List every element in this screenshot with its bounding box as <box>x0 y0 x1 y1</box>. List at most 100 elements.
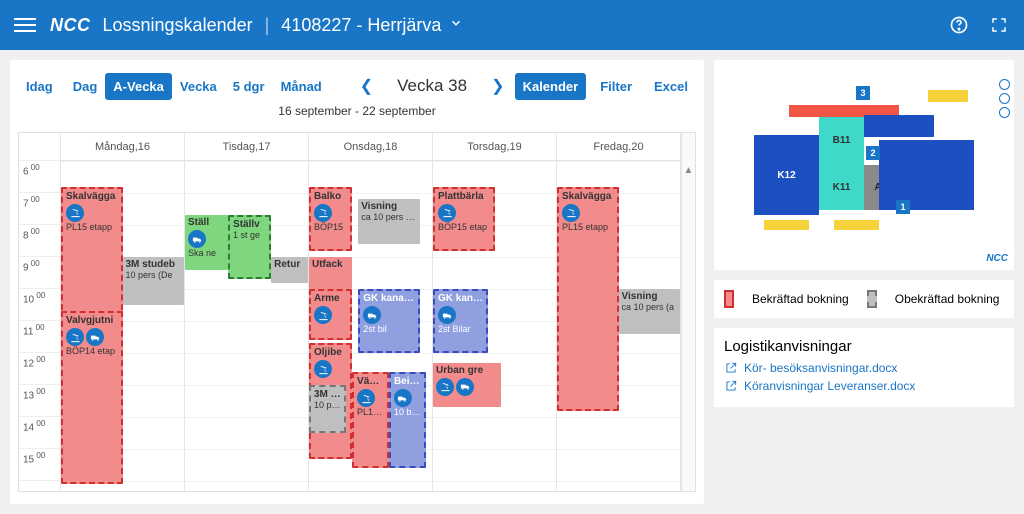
help-icon[interactable] <box>948 14 970 36</box>
legend-unconfirmed-label: Obekräftad bokning <box>895 292 1000 306</box>
view-button-vecka[interactable]: Vecka <box>172 73 225 100</box>
truck-icon <box>363 306 381 324</box>
kalender-button[interactable]: Kalender <box>515 73 587 100</box>
day-column[interactable]: StällSka neStällv1 st geRetur <box>185 161 309 491</box>
day-column[interactable]: SkalväggaPL15 etappVisningca 10 pers (a <box>557 161 681 491</box>
calendar-toolbar: Idag DagA-VeckaVecka5 dgrMånad ❮ Vecka 3… <box>18 72 696 100</box>
calendar-event[interactable]: Beijer10 bun <box>389 372 426 468</box>
calendar-event[interactable]: Ställv1 st ge <box>228 215 271 279</box>
app-title: Lossningskalender <box>103 15 253 36</box>
crane-icon <box>314 306 332 324</box>
legend-unconfirmed-swatch <box>867 290 877 308</box>
divider: | <box>265 15 270 36</box>
truck-icon <box>438 306 456 324</box>
time-label: 9 00 <box>19 257 60 289</box>
calendar-event[interactable]: Retur <box>271 257 308 283</box>
day-header: Onsdag,18 <box>309 133 432 161</box>
calendar-event[interactable]: 3M studeb10 pers (De <box>123 257 185 305</box>
time-label: 8 00 <box>19 225 60 257</box>
today-button[interactable]: Idag <box>18 73 61 100</box>
external-link-icon <box>724 379 738 393</box>
truck-icon <box>86 328 104 346</box>
links-title: Logistikanvisningar <box>724 338 1004 355</box>
document-link[interactable]: Kör- besöksanvisningar.docx <box>724 361 1004 375</box>
day-header: Måndag,16 <box>61 133 184 161</box>
calendar-event[interactable]: PlattbärlaBÖP15 etap <box>433 187 495 251</box>
time-label: 6 00 <box>19 161 60 193</box>
day-column[interactable]: SkalväggaPL15 etapp3M studeb10 pers (DeV… <box>61 161 185 491</box>
calendar-panel: Idag DagA-VeckaVecka5 dgrMånad ❮ Vecka 3… <box>10 60 704 504</box>
calendar-event[interactable]: BalkoBÖP15 <box>309 187 352 251</box>
time-label: 10 00 <box>19 289 60 321</box>
brand-logo: NCC <box>50 15 91 36</box>
prev-week-button[interactable]: ❮ <box>354 72 379 100</box>
map-badge-3[interactable]: 3 <box>856 86 870 100</box>
time-label: 7 00 <box>19 193 60 225</box>
legend-confirmed-label: Bekräftad bokning <box>752 292 849 306</box>
day-column[interactable]: BalkoBÖP15Visningca 10 pers (ansvUtfackA… <box>309 161 433 491</box>
external-link-icon <box>724 361 738 375</box>
map-zone-k12[interactable]: K12 <box>754 135 819 215</box>
calendar-event[interactable]: ValvgjutniBÖP14 etap <box>61 311 123 484</box>
time-column: 6 007 008 009 0010 0011 0012 0013 0014 0… <box>19 133 61 491</box>
crane-icon <box>357 389 375 407</box>
app-header: NCC Lossningskalender | 4108227 - Herrjä… <box>0 0 1024 50</box>
date-range: 16 september - 22 september <box>18 104 696 118</box>
chevron-down-icon[interactable] <box>449 16 463 34</box>
time-label: 15 00 <box>19 449 60 481</box>
menu-icon[interactable] <box>14 14 36 36</box>
map-strip-yellow-1 <box>764 220 809 230</box>
filter-button[interactable]: Filter <box>592 73 640 100</box>
view-button-5 dgr[interactable]: 5 dgr <box>225 73 273 100</box>
view-button-dag[interactable]: Dag <box>65 73 106 100</box>
crane-icon <box>314 204 332 222</box>
legend-confirmed-swatch <box>724 290 734 308</box>
map-block-blue <box>879 140 974 210</box>
map-toolbar[interactable] <box>998 68 1010 128</box>
calendar-event[interactable]: 3M by10 pers <box>309 385 346 433</box>
scroll-up-icon[interactable]: ▲ <box>680 161 696 180</box>
map-strip-yellow-3 <box>928 90 968 102</box>
week-title: Vecka 38 <box>397 76 467 96</box>
crane-icon <box>314 360 332 378</box>
crane-icon <box>66 328 84 346</box>
vertical-scrollbar[interactable]: ▲ <box>681 133 695 491</box>
view-button-månad[interactable]: Månad <box>273 73 330 100</box>
map-strip-yellow-2 <box>834 220 879 230</box>
map-strip-blue <box>864 115 934 137</box>
calendar-event[interactable]: GK kanale2st Bilar <box>433 289 488 353</box>
crane-icon <box>66 204 84 222</box>
map-zone-b11[interactable]: B11 <box>819 115 864 165</box>
time-label: 12 00 <box>19 353 60 385</box>
legend-panel: Bekräftad bokning Obekräftad bokning <box>714 280 1014 318</box>
site-map-panel[interactable]: K12 B11 K11 A 3 2 1 NCC <box>714 60 1014 270</box>
calendar-event[interactable]: SkalväggaPL15 etapp <box>557 187 619 411</box>
time-label: 11 00 <box>19 321 60 353</box>
calendar-event[interactable]: Urban gre <box>433 363 501 408</box>
fullscreen-icon[interactable] <box>988 14 1010 36</box>
project-selector-label: 4108227 - Herrjärva <box>281 15 441 36</box>
calendar-grid: 6 007 008 009 0010 0011 0012 0013 0014 0… <box>18 132 696 492</box>
calendar-event[interactable]: Visningca 10 pers (ansv <box>358 199 420 244</box>
calendar-event[interactable]: Utfack <box>309 257 352 289</box>
document-link[interactable]: Köranvisningar Leveranser.docx <box>724 379 1004 393</box>
excel-button[interactable]: Excel <box>646 73 696 100</box>
view-button-a-vecka[interactable]: A-Vecka <box>105 73 172 100</box>
next-week-button[interactable]: ❯ <box>485 72 510 100</box>
day-header: Fredag,20 <box>557 133 680 161</box>
map-brand: NCC <box>986 253 1008 264</box>
truck-icon <box>188 230 206 248</box>
truck-icon <box>394 389 412 407</box>
calendar-event[interactable]: GK kanaler2st bil <box>358 289 420 353</box>
day-header: Torsdag,19 <box>433 133 556 161</box>
calendar-event[interactable]: Visningca 10 pers (a <box>619 289 681 334</box>
calendar-event[interactable]: Arme <box>309 289 352 340</box>
crane-icon <box>436 378 454 396</box>
map-badge-1[interactable]: 1 <box>896 200 910 214</box>
calendar-event[interactable]: StällSka ne <box>185 215 228 269</box>
calendar-event[interactable]: VäggjPL15 e <box>352 372 389 468</box>
day-column[interactable]: PlattbärlaBÖP15 etap GK kanale2st Bilar Ur… <box>433 161 557 491</box>
map-badge-2[interactable]: 2 <box>866 146 880 160</box>
map-zone-k11[interactable]: K11 <box>819 165 864 210</box>
crane-icon <box>562 204 580 222</box>
